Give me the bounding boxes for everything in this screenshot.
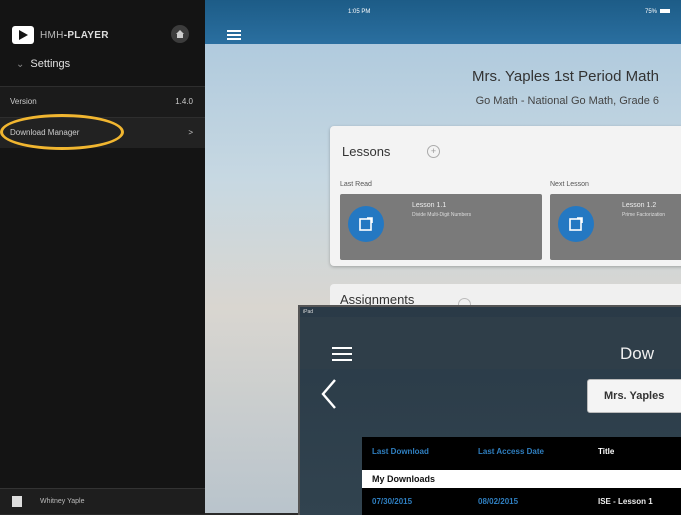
last-read-title: Lesson 1.1 — [412, 202, 447, 209]
overlay-status: iPad — [303, 309, 314, 315]
class-title: Mrs. Yaples 1st Period Math — [471, 68, 659, 85]
row-last-download: 07/30/2015 — [372, 497, 413, 506]
add-lesson-icon[interactable]: + — [427, 145, 440, 158]
lesson-icon — [558, 206, 594, 242]
lesson-icon — [348, 206, 384, 242]
downloads-table: Last Download Last Access Date Title My … — [362, 437, 681, 515]
col-last-access[interactable]: Last Access Date — [478, 447, 544, 456]
user-avatar — [12, 496, 22, 507]
next-lesson-label: Next Lesson — [550, 181, 589, 188]
settings-label: Settings — [30, 58, 71, 70]
col-title[interactable]: Title — [598, 447, 614, 456]
row-title[interactable]: ISE - Lesson 1 — [598, 497, 653, 506]
highlight-annotation — [0, 114, 124, 150]
version-row: Version 1.4.0 — [0, 86, 205, 117]
class-select-button[interactable]: Mrs. Yaples — [587, 379, 681, 413]
lessons-title: Lessons — [342, 144, 391, 159]
settings-header[interactable]: ⌄ Settings — [16, 58, 70, 70]
last-read-label: Last Read — [340, 181, 372, 188]
home-icon — [176, 30, 184, 38]
status-time: 1:05 PM — [348, 9, 371, 15]
chevron-down-icon: ⌄ — [16, 59, 25, 70]
lessons-card: Lessons + Last Read Next Lesson Lesson 1… — [330, 126, 681, 266]
sidebar: HMH-PLAYER ⌄ Settings Version 1.4.0 Downl… — [0, 0, 205, 514]
next-lesson-tile[interactable]: Lesson 1.2 Prime Factorization — [550, 194, 681, 260]
top-bar: 1:05 PM 75% — [205, 0, 681, 44]
next-lesson-title: Lesson 1.2 — [622, 202, 657, 209]
overlay-title: Dow — [620, 344, 655, 363]
download-manager-overlay: iPad Dow Mrs. Yaples Last Download Last … — [298, 305, 681, 515]
brand-suffix: PLAYER — [67, 29, 109, 41]
last-read-subtitle: Divide Multi-Digit Numbers — [412, 212, 472, 218]
last-read-tile[interactable]: Lesson 1.1 Divide Multi-Digit Numbers — [340, 194, 542, 260]
status-battery: 75% — [645, 9, 671, 15]
row-last-access: 08/02/2015 — [478, 497, 519, 506]
brand-prefix: HMH — [40, 29, 64, 41]
overlay-header: Dow — [300, 317, 681, 369]
user-name: Whitney Yaple — [40, 498, 85, 505]
version-label: Version — [10, 97, 37, 106]
home-button[interactable] — [171, 25, 189, 43]
chevron-right-icon: > — [188, 128, 193, 137]
my-downloads-header: My Downloads — [362, 470, 681, 488]
class-subtitle: Go Math - National Go Math, Grade 6 — [475, 95, 659, 107]
version-value: 1.4.0 — [175, 97, 193, 106]
brand: HMH-PLAYER — [12, 26, 109, 44]
user-footer[interactable]: Whitney Yaple — [0, 488, 205, 514]
menu-icon[interactable] — [332, 347, 352, 361]
back-chevron-icon[interactable] — [320, 377, 338, 411]
menu-icon[interactable] — [227, 30, 241, 40]
battery-icon — [660, 9, 671, 14]
next-lesson-subtitle: Prime Factorization — [622, 212, 666, 218]
col-last-download[interactable]: Last Download — [372, 447, 429, 456]
hmh-logo-icon — [12, 26, 34, 44]
